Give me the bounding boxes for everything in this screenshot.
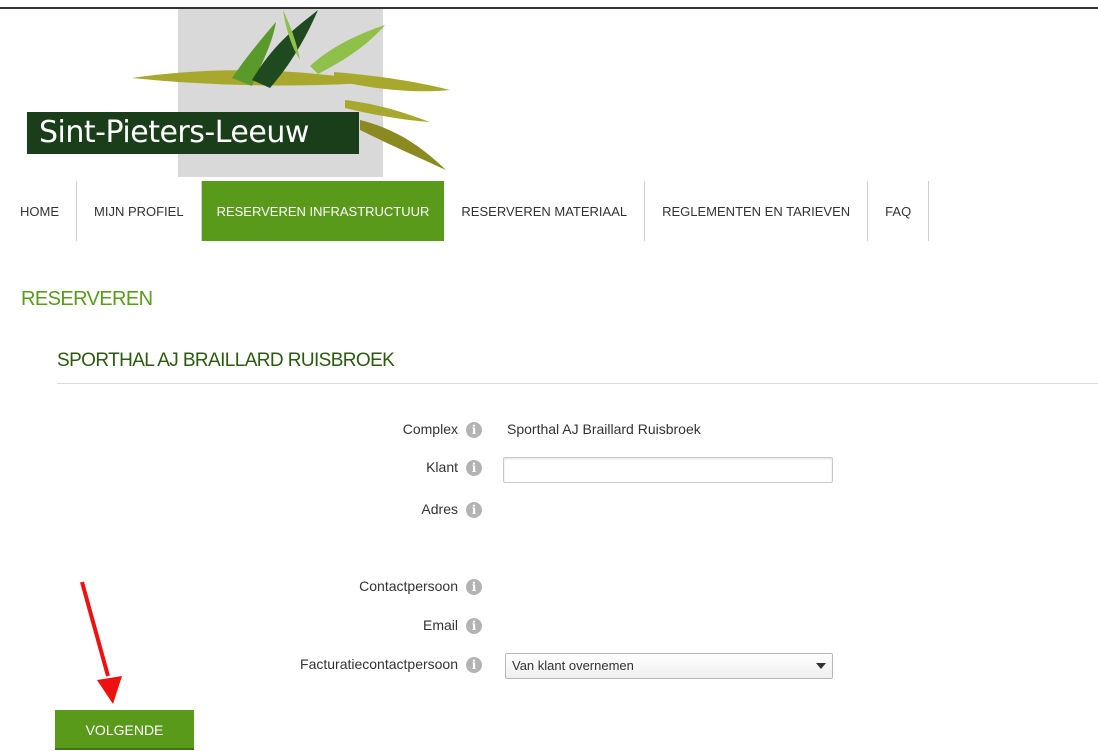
chevron-down-icon [816,663,826,669]
adres-label: Adres [421,501,458,517]
nav-item-reserveren-infrastructuur[interactable]: RESERVEREN INFRASTRUCTUUR [201,181,445,241]
contactpersoon-label: Contactpersoon [359,578,458,594]
complex-value: Sporthal AJ Braillard Ruisbroek [507,421,701,437]
nav-item-faq[interactable]: FAQ [868,181,930,241]
nav-item-reglementen-en-tarieven[interactable]: REGLEMENTEN EN TARIEVEN [645,181,869,241]
email-label: Email [422,617,458,633]
facturatie-selected-value: Van klant overnemen [512,658,634,673]
info-icon[interactable]: i [466,460,482,476]
info-icon[interactable]: i [466,422,482,438]
complex-label: Complex [402,421,458,437]
facturatie-label: Facturatiecontactpersoon [300,656,458,672]
klant-label: Klant [426,459,458,475]
info-icon[interactable]: i [466,618,482,634]
section-divider [57,383,1098,384]
facturatie-select[interactable]: Van klant overnemen [505,653,833,679]
info-icon[interactable]: i [466,579,482,595]
next-button[interactable]: VOLGENDE [55,710,194,750]
info-icon[interactable]: i [466,502,482,518]
klant-input[interactable] [503,457,833,483]
info-icon[interactable]: i [466,657,482,673]
nav-item-reserveren-materiaal[interactable]: RESERVEREN MATERIAAL [444,181,646,241]
red-arrow-icon [80,581,122,704]
